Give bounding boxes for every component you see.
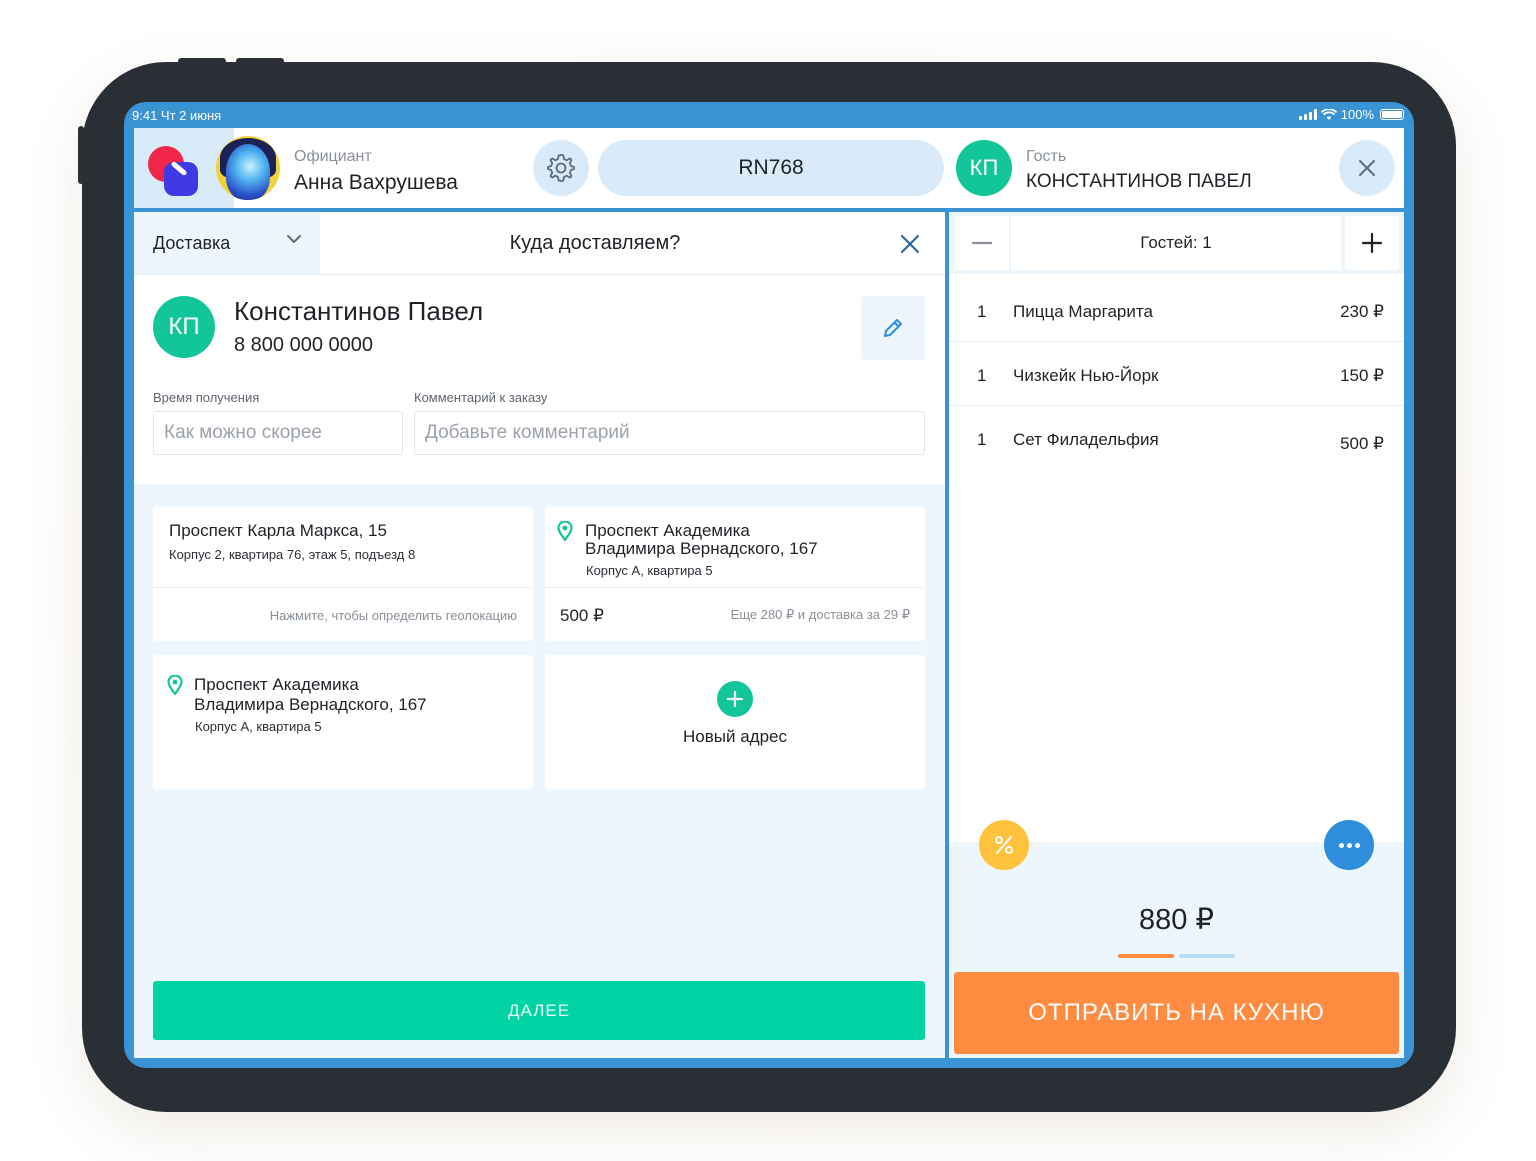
item-name: Сет Филадельфия bbox=[1013, 430, 1159, 449]
guest-role: Гость bbox=[1026, 148, 1067, 165]
time-field[interactable]: Как можно скорее bbox=[153, 411, 403, 455]
address-line2: Корпус А, квартира 5 bbox=[586, 563, 713, 578]
item-price: 230 ₽ bbox=[1340, 302, 1384, 321]
delivery-mode-label: Доставка bbox=[153, 232, 231, 253]
close-icon bbox=[900, 234, 920, 254]
send-to-kitchen-button[interactable]: ОТПРАВИТЬ НА КУХНЮ bbox=[954, 972, 1399, 1054]
more-icon bbox=[1338, 842, 1360, 848]
settings-button[interactable] bbox=[533, 140, 589, 196]
new-address-label: Новый адрес bbox=[683, 727, 787, 746]
waiter-avatar[interactable] bbox=[216, 136, 280, 200]
guests-plus-button[interactable] bbox=[1345, 216, 1399, 270]
minus-icon bbox=[972, 241, 992, 245]
map-pin-icon bbox=[167, 675, 183, 695]
status-bar: 9:41 Чт 2 июня 100% bbox=[124, 102, 1414, 128]
geolocation-hint[interactable]: Нажмите, чтобы определить геолокацию bbox=[270, 608, 517, 623]
percent-icon bbox=[995, 836, 1013, 854]
plus-icon bbox=[717, 681, 753, 717]
gear-icon bbox=[547, 154, 575, 182]
plus-icon bbox=[1362, 233, 1382, 253]
new-address-button[interactable]: Новый адрес bbox=[545, 655, 925, 789]
order-panel: Гостей: 1 1 Пицца Маргарита 230 ₽ 1 Чизк… bbox=[949, 212, 1404, 1058]
client-name: Константинов Павел bbox=[234, 296, 484, 326]
client-phone: 8 800 000 0000 bbox=[234, 334, 374, 356]
address-card[interactable]: Проспект Академика Владимира Вернадского… bbox=[153, 655, 533, 789]
comment-input[interactable]: Добавьте комментарий bbox=[414, 411, 925, 455]
delivery-panel: Доставка Куда доставляем? КП Константино… bbox=[134, 212, 945, 1058]
chevron-down-icon bbox=[287, 235, 301, 244]
guests-minus-button[interactable] bbox=[955, 216, 1009, 270]
app-screen: 9:41 Чт 2 июня 100% Официант Анна Вахруш… bbox=[124, 102, 1414, 1068]
guests-counter: Гостей: 1 bbox=[949, 212, 1404, 274]
battery-percent: 100% bbox=[1340, 107, 1374, 122]
item-qty: 1 bbox=[977, 366, 987, 385]
guest-avatar[interactable]: КП bbox=[956, 140, 1012, 196]
battery-icon bbox=[1380, 109, 1404, 120]
free-delivery-hint: Еще 280 ₽ и доставка за 29 ₽ bbox=[730, 607, 910, 622]
item-qty: 1 bbox=[977, 430, 987, 449]
delivery-mode-select[interactable]: Доставка bbox=[134, 212, 320, 274]
edit-client-button[interactable] bbox=[861, 296, 925, 360]
address-line2: Корпус 2, квартира 76, этаж 5, подъезд 8 bbox=[169, 547, 416, 562]
pencil-icon bbox=[884, 319, 902, 337]
delivery-price: 500 ₽ bbox=[560, 606, 604, 625]
wifi-icon bbox=[1320, 108, 1337, 120]
order-list: Гостей: 1 1 Пицца Маргарита 230 ₽ 1 Чизк… bbox=[949, 212, 1404, 842]
next-button[interactable]: ДАЛЕЕ bbox=[153, 981, 925, 1040]
order-total: 880 ₽ bbox=[1139, 904, 1214, 936]
address-line1: Проспект Академика bbox=[194, 675, 359, 694]
order-item[interactable]: 1 Пицца Маргарита 230 ₽ bbox=[949, 278, 1404, 342]
page-indicator[interactable] bbox=[1179, 954, 1235, 958]
discount-button[interactable] bbox=[979, 820, 1029, 870]
guests-count: Гостей: 1 bbox=[1011, 216, 1341, 270]
item-name: Пицца Маргарита bbox=[1013, 302, 1153, 321]
waiter-name: Анна Вахрушева bbox=[294, 171, 458, 194]
address-card[interactable]: Проспект Академика Владимира Вернадского… bbox=[545, 507, 925, 641]
delivery-form: Доставка Куда доставляем? КП Константино… bbox=[134, 212, 945, 484]
guest-name: КОНСТАНТИНОВ ПАВЕЛ bbox=[1026, 171, 1252, 192]
order-number-pill[interactable]: RN768 bbox=[598, 140, 944, 196]
address-line1-cont: Владимира Вернадского, 167 bbox=[194, 695, 427, 714]
signal-icon bbox=[1298, 109, 1317, 120]
item-qty: 1 bbox=[977, 302, 987, 321]
status-time: 9:41 Чт 2 июня bbox=[132, 108, 222, 123]
order-item[interactable]: 1 Чизкейк Нью-Йорк 150 ₽ bbox=[949, 342, 1404, 406]
address-line1-cont: Владимира Вернадского, 167 bbox=[585, 539, 818, 558]
close-icon bbox=[1359, 160, 1375, 176]
client-avatar: КП bbox=[153, 296, 215, 358]
address-line1: Проспект Академика bbox=[585, 521, 750, 540]
close-delivery-button[interactable] bbox=[900, 234, 920, 259]
map-pin-icon bbox=[557, 521, 573, 541]
address-card[interactable]: Проспект Карла Маркса, 15 Корпус 2, квар… bbox=[153, 507, 533, 641]
item-price: 150 ₽ bbox=[1340, 366, 1384, 385]
more-button[interactable] bbox=[1324, 820, 1374, 870]
item-price: 500 ₽ bbox=[1340, 434, 1384, 453]
address-line2: Корпус А, квартира 5 bbox=[195, 719, 322, 734]
delivery-title: Куда доставляем? bbox=[509, 231, 681, 254]
comment-label: Комментарий к заказу bbox=[414, 390, 548, 405]
top-header: Официант Анна Вахрушева RN768 КП Гость К… bbox=[134, 128, 1404, 208]
address-line1: Проспект Карла Маркса, 15 bbox=[169, 521, 387, 540]
item-name: Чизкейк Нью-Йорк bbox=[1013, 366, 1159, 385]
waiter-role: Официант bbox=[294, 148, 372, 165]
time-label: Время получения bbox=[153, 390, 260, 405]
order-item[interactable]: 1 Сет Филадельфия 500 ₽ bbox=[949, 406, 1404, 470]
page-indicator-active[interactable] bbox=[1118, 954, 1174, 958]
close-order-button[interactable] bbox=[1339, 140, 1395, 196]
divider bbox=[134, 274, 945, 275]
